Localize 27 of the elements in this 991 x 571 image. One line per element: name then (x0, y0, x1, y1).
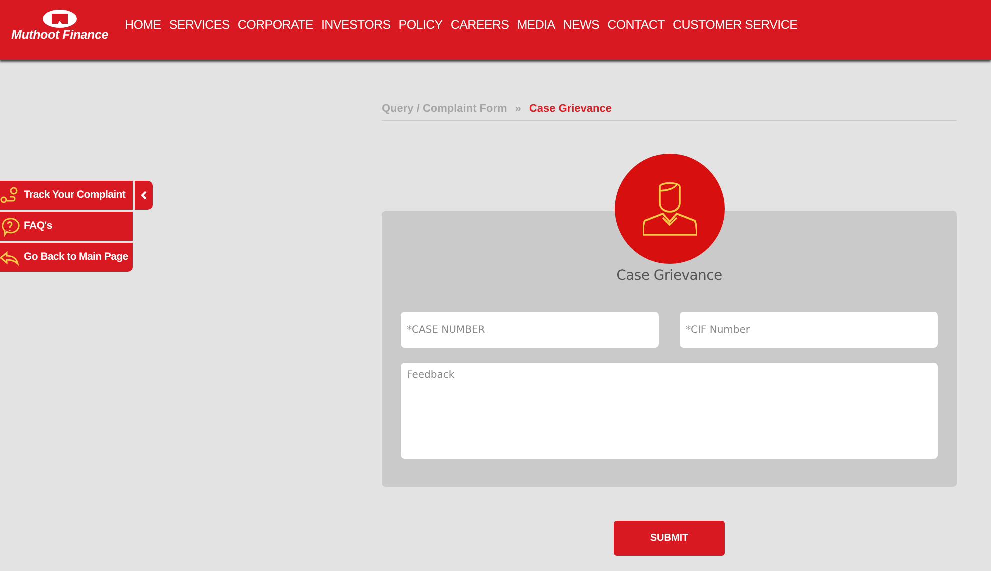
nav-link[interactable]: NEWS (563, 18, 600, 32)
side-menu-item[interactable]: FAQ's (0, 212, 133, 241)
logo-icon (43, 10, 77, 28)
chevron-left-icon (141, 191, 147, 200)
side-menu-item[interactable]: Track Your Complaint (0, 181, 133, 210)
nav-link[interactable]: POLICY (398, 18, 443, 32)
feedback-field[interactable]: Feedback (401, 363, 938, 459)
logo-text: Muthoot Finance (12, 28, 108, 42)
person-icon (642, 181, 696, 237)
nav-link[interactable]: CAREERS (450, 18, 510, 32)
input-field[interactable]: *CASE NUMBER (401, 312, 659, 348)
breadcrumb-item: Case Grievance (529, 103, 612, 115)
form-title: Case Grievance (616, 268, 724, 284)
nav-link[interactable]: INVESTORS (321, 18, 391, 32)
nav-link[interactable]: CORPORATE (238, 18, 314, 32)
side-menu-item[interactable]: Go Back to Main Page (0, 243, 133, 272)
question-icon (0, 216, 20, 236)
breadcrumb-separator: » (515, 103, 522, 115)
nav-link[interactable]: CONTACT (608, 18, 665, 32)
submit-button[interactable]: SUBMIT (614, 521, 725, 556)
nav-link[interactable]: CUSTOMER SERVICE (672, 18, 798, 32)
nav-link[interactable]: HOME (125, 18, 162, 32)
input-field[interactable]: *CIF Number (680, 312, 938, 348)
nav-link[interactable]: SERVICES (169, 18, 230, 32)
route-icon (0, 186, 20, 206)
collapse-button[interactable] (135, 181, 153, 210)
nav-link[interactable]: MEDIA (517, 18, 556, 32)
